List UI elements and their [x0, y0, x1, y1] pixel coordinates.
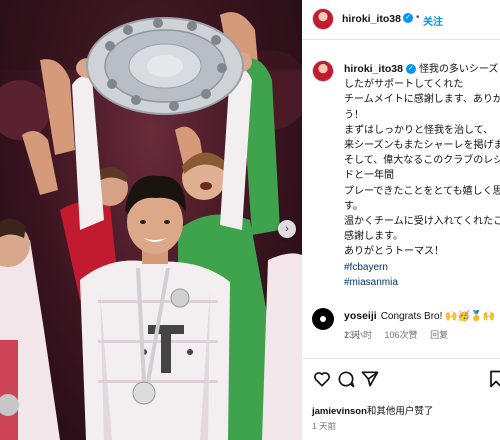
- caption-line: チームメイトに感謝します、ありがと: [344, 94, 500, 106]
- post-time: 1 天前: [312, 421, 337, 431]
- comment-line: yoseiji Congrats Bro! 🙌🥳🥇🙌: [344, 310, 495, 322]
- bookmark-icon[interactable]: [486, 369, 500, 389]
- caption-line: 温かくチームに受け入れてくれたことに: [344, 216, 500, 228]
- hashtag-link[interactable]: #miasanmia: [344, 275, 500, 290]
- post-side-panel: hiroki_ito38 ✓ • 关注 hiroki_ito38 ✓ 怪我の多いシー…: [302, 0, 500, 440]
- caption-username[interactable]: hiroki_ito38: [344, 63, 403, 75]
- commenter-avatar[interactable]: [312, 308, 334, 330]
- header-separator: •: [416, 12, 420, 23]
- reply-button[interactable]: 回复: [430, 330, 448, 340]
- caption-line-0: hiroki_ito38✓怪我の多いシーズンで: [344, 63, 500, 75]
- caption-line: ありがとうトーマス！: [344, 246, 444, 258]
- caption-line: プレーできたことをとても嬉しく思いま: [344, 185, 500, 197]
- author-avatar[interactable]: [312, 8, 334, 30]
- verified-badge-icon: ✓: [403, 13, 413, 23]
- likes-username[interactable]: jamievinson: [312, 406, 367, 417]
- caption-line: 来シーズンもまたシャーレを掲げます!: [344, 140, 500, 152]
- verified-badge-icon: ✓: [405, 64, 416, 75]
- comment-icon[interactable]: [336, 369, 356, 389]
- comment-likes[interactable]: 106次赞: [385, 330, 418, 340]
- hashtag-link[interactable]: #fcbayern: [344, 260, 500, 275]
- caption-line: す。: [344, 200, 363, 212]
- caption-text: hiroki_ito38✓怪我の多いシーズンで したがサポートしてくれた チーム…: [344, 62, 500, 290]
- comment-item: yoseiji Congrats Bro! 🙌🥳🥇🙌 23小时 106次赞 回复: [302, 300, 500, 350]
- post-photo: ›: [0, 0, 302, 440]
- carousel-next-button[interactable]: ›: [278, 220, 296, 238]
- caption-avatar[interactable]: [312, 60, 334, 82]
- header-username[interactable]: hiroki_ito38: [342, 13, 401, 25]
- photo-scene: [0, 0, 302, 440]
- likes-suffix: 和其他用户赞了: [366, 406, 434, 417]
- comment-meta: 23小时 106次赞 回复: [344, 328, 458, 341]
- comment-text: Congrats Bro! 🙌🥳🥇🙌: [380, 311, 495, 322]
- caption-line: そして、偉大なるこのクラブのレジェン: [344, 155, 500, 167]
- likes-summary[interactable]: jamievinson和其他用户赞了: [312, 403, 433, 417]
- heart-icon[interactable]: [312, 369, 332, 389]
- action-bar: [302, 358, 500, 398]
- caption-line: したがサポートしてくれた: [344, 79, 464, 91]
- follow-button[interactable]: 关注: [423, 13, 443, 28]
- commenter-username[interactable]: yoseiji: [344, 310, 377, 322]
- caption-line: ドと一年間: [344, 170, 394, 182]
- caption-line: 感謝します。: [344, 231, 403, 243]
- caption-line: う！: [344, 109, 364, 121]
- comment-time: 23小时: [344, 330, 373, 340]
- post-header: hiroki_ito38 ✓ • 关注: [302, 0, 500, 40]
- chevron-right-icon: ›: [285, 223, 289, 235]
- share-icon[interactable]: [360, 369, 380, 389]
- caption-line: まずはしっかりと怪我を治して、: [344, 124, 494, 136]
